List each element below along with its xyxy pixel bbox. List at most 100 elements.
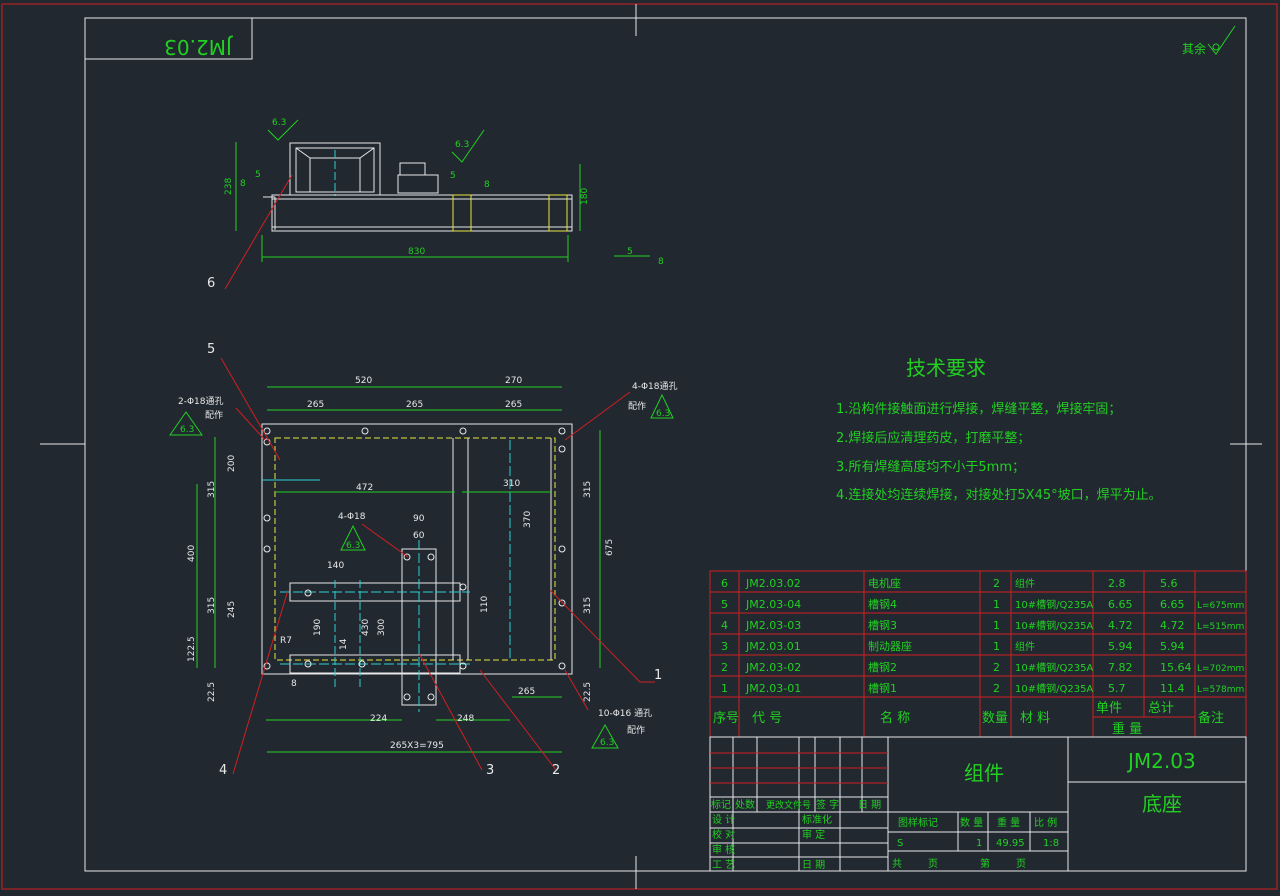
bom-cell-r1-c1: 6	[721, 577, 728, 590]
bom-cell-r4-c2: JM2.03.01	[745, 640, 801, 653]
sign-label-5: 审 核	[712, 843, 735, 856]
bom-cell-r2-c8: L=675mm	[1197, 601, 1244, 611]
hole-note-5: 4-Φ18	[338, 512, 366, 522]
bom-cell-r1-c4: 2	[993, 577, 1000, 590]
dim-14: 14	[339, 638, 349, 650]
dim-60: 60	[413, 531, 425, 541]
bom-header-code: 代 号	[752, 711, 782, 726]
dim-265c: 265	[505, 400, 522, 410]
weld-8b: 8	[484, 180, 490, 190]
dim-l315a: 315	[207, 481, 217, 498]
dim-830: 830	[408, 247, 425, 257]
bom-cell-r6-c5: 10#槽钢/Q235A	[1015, 682, 1093, 695]
hole-note-1: 2-Φ18通孔	[178, 396, 224, 407]
rev-label-5: 日 期	[858, 799, 881, 811]
bom-cell-r4-c7: 5.94	[1160, 640, 1185, 653]
dim-r315a: 315	[583, 481, 593, 498]
bom-header-qty: 数量	[982, 711, 1008, 726]
leader-6	[224, 174, 293, 290]
meta-value-3: 49.95	[996, 838, 1025, 849]
sheet-label-4: 页	[1016, 858, 1026, 870]
dim-300: 300	[377, 619, 387, 636]
tech-req-2: 2.焊接后应清理药皮，打磨平整；	[836, 430, 1030, 446]
bom-cell-r2-c6: 6.65	[1108, 598, 1133, 611]
tech-req-4: 4.连接处均连续焊接，对接处打5X45°坡口，焊平为止。	[836, 487, 1162, 503]
top-view	[235, 142, 581, 262]
sign-label-7: 日 期	[802, 859, 825, 871]
sheet-label-1: 共	[892, 858, 902, 870]
rev-label-3: 更改文件号	[766, 799, 811, 811]
roughness-text-3: 6.3	[180, 425, 194, 435]
tech-req-1: 1.沿构件接触面进行焊接，焊缝平整，焊接牢固；	[836, 401, 1121, 417]
dim-140: 140	[327, 561, 344, 571]
bom-cell-r5-c2: JM2.03-02	[745, 661, 801, 674]
callout-1: 1	[654, 668, 662, 683]
dim-l315b: 315	[207, 597, 217, 614]
bom-cell-r4-c6: 5.94	[1108, 640, 1133, 653]
callout-6: 6	[207, 276, 215, 291]
bom-cell-r3-c4: 1	[993, 619, 1000, 632]
dim-430: 430	[361, 619, 371, 636]
dim-370: 370	[523, 511, 533, 528]
hole-note-4: 配作	[628, 400, 646, 412]
dim-r7: R7	[280, 636, 292, 646]
bom-cell-r6-c8: L=578mm	[1197, 685, 1244, 695]
bom-cell-r1-c3: 电机座	[868, 576, 901, 590]
bom-cell-r6-c1: 1	[721, 682, 728, 695]
bom-cell-r3-c1: 4	[721, 619, 728, 632]
bom-cell-r6-c4: 2	[993, 682, 1000, 695]
dim-310: 310	[503, 479, 520, 489]
bom-cell-r5-c1: 2	[721, 661, 728, 674]
sheet-label-2: 页	[928, 858, 938, 870]
sign-label-4: 审 定	[802, 828, 825, 841]
bom-header-mat: 材 料	[1020, 711, 1050, 726]
bom-header-name: 名 称	[880, 710, 910, 726]
bom-cell-r2-c4: 1	[993, 598, 1000, 611]
bom-cell-r5-c5: 10#槽钢/Q235A	[1015, 661, 1093, 674]
dim-110: 110	[480, 596, 490, 613]
sign-label-2: 标准化	[802, 813, 832, 826]
hole-note-3: 4-Φ18通孔	[632, 381, 678, 392]
dim-r675: 675	[605, 539, 615, 556]
hole-marks	[263, 427, 566, 701]
bom-cell-r2-c5: 10#槽钢/Q235A	[1015, 598, 1093, 611]
center-marks	[40, 4, 1262, 889]
bom-cell-r5-c8: L=702mm	[1197, 664, 1244, 674]
callout-4: 4	[219, 763, 227, 778]
meta-value-4: 1:8	[1043, 838, 1059, 849]
dim-190: 190	[313, 619, 323, 636]
dim-265x3: 265X3=795	[390, 741, 444, 751]
bom-cell-r1-c2: JM2.03.02	[745, 577, 801, 590]
sign-label-3: 校 对	[712, 828, 735, 841]
dim-224: 224	[370, 714, 387, 724]
hole-note-7: 配作	[627, 724, 645, 736]
roughness-corner-icon	[1207, 25, 1236, 55]
bom-header-weight: 重 量	[1112, 721, 1142, 737]
bom-cell-r4-c5: 组件	[1015, 640, 1035, 653]
roughness-circle-icon	[1212, 43, 1220, 51]
meta-label-3: 重 量	[997, 816, 1020, 829]
dim-472: 472	[356, 483, 373, 493]
roughness-text-4: 6.3	[656, 409, 670, 419]
dim-l400: 400	[187, 545, 197, 562]
rev-label-1: 标记	[711, 799, 731, 811]
dim-180: 180	[580, 188, 590, 205]
title-part: 底座	[1142, 792, 1182, 816]
roughness-text-6: 6.3	[600, 738, 614, 748]
roughness-text-5: 6.3	[346, 541, 360, 551]
meta-label-2: 数 量	[960, 816, 983, 829]
meta-label-1: 图样标记	[898, 816, 938, 829]
bom-rows: 6 JM2.03.02 电机座 2 组件 2.8 5.6 5 JM2.03-04 槽钢4 1 10#槽…	[721, 576, 1244, 695]
bom-cell-r2-c2: JM2.03-04	[745, 598, 801, 611]
bom-cell-r3-c8: L=515mm	[1197, 622, 1244, 632]
sheet-label-3: 第	[980, 857, 990, 870]
bom-cell-r6-c6: 5.7	[1108, 682, 1126, 695]
meta-label-4: 比 例	[1034, 816, 1057, 829]
bom-header-total: 总计	[1148, 701, 1174, 716]
dim-l245: 245	[227, 601, 237, 618]
roughness-text-1: 6.3	[272, 118, 286, 128]
dim-265b: 265	[406, 400, 423, 410]
dim-520: 520	[355, 376, 372, 386]
dim-265a: 265	[307, 400, 324, 410]
bom-cell-r3-c3: 槽钢3	[868, 619, 897, 632]
